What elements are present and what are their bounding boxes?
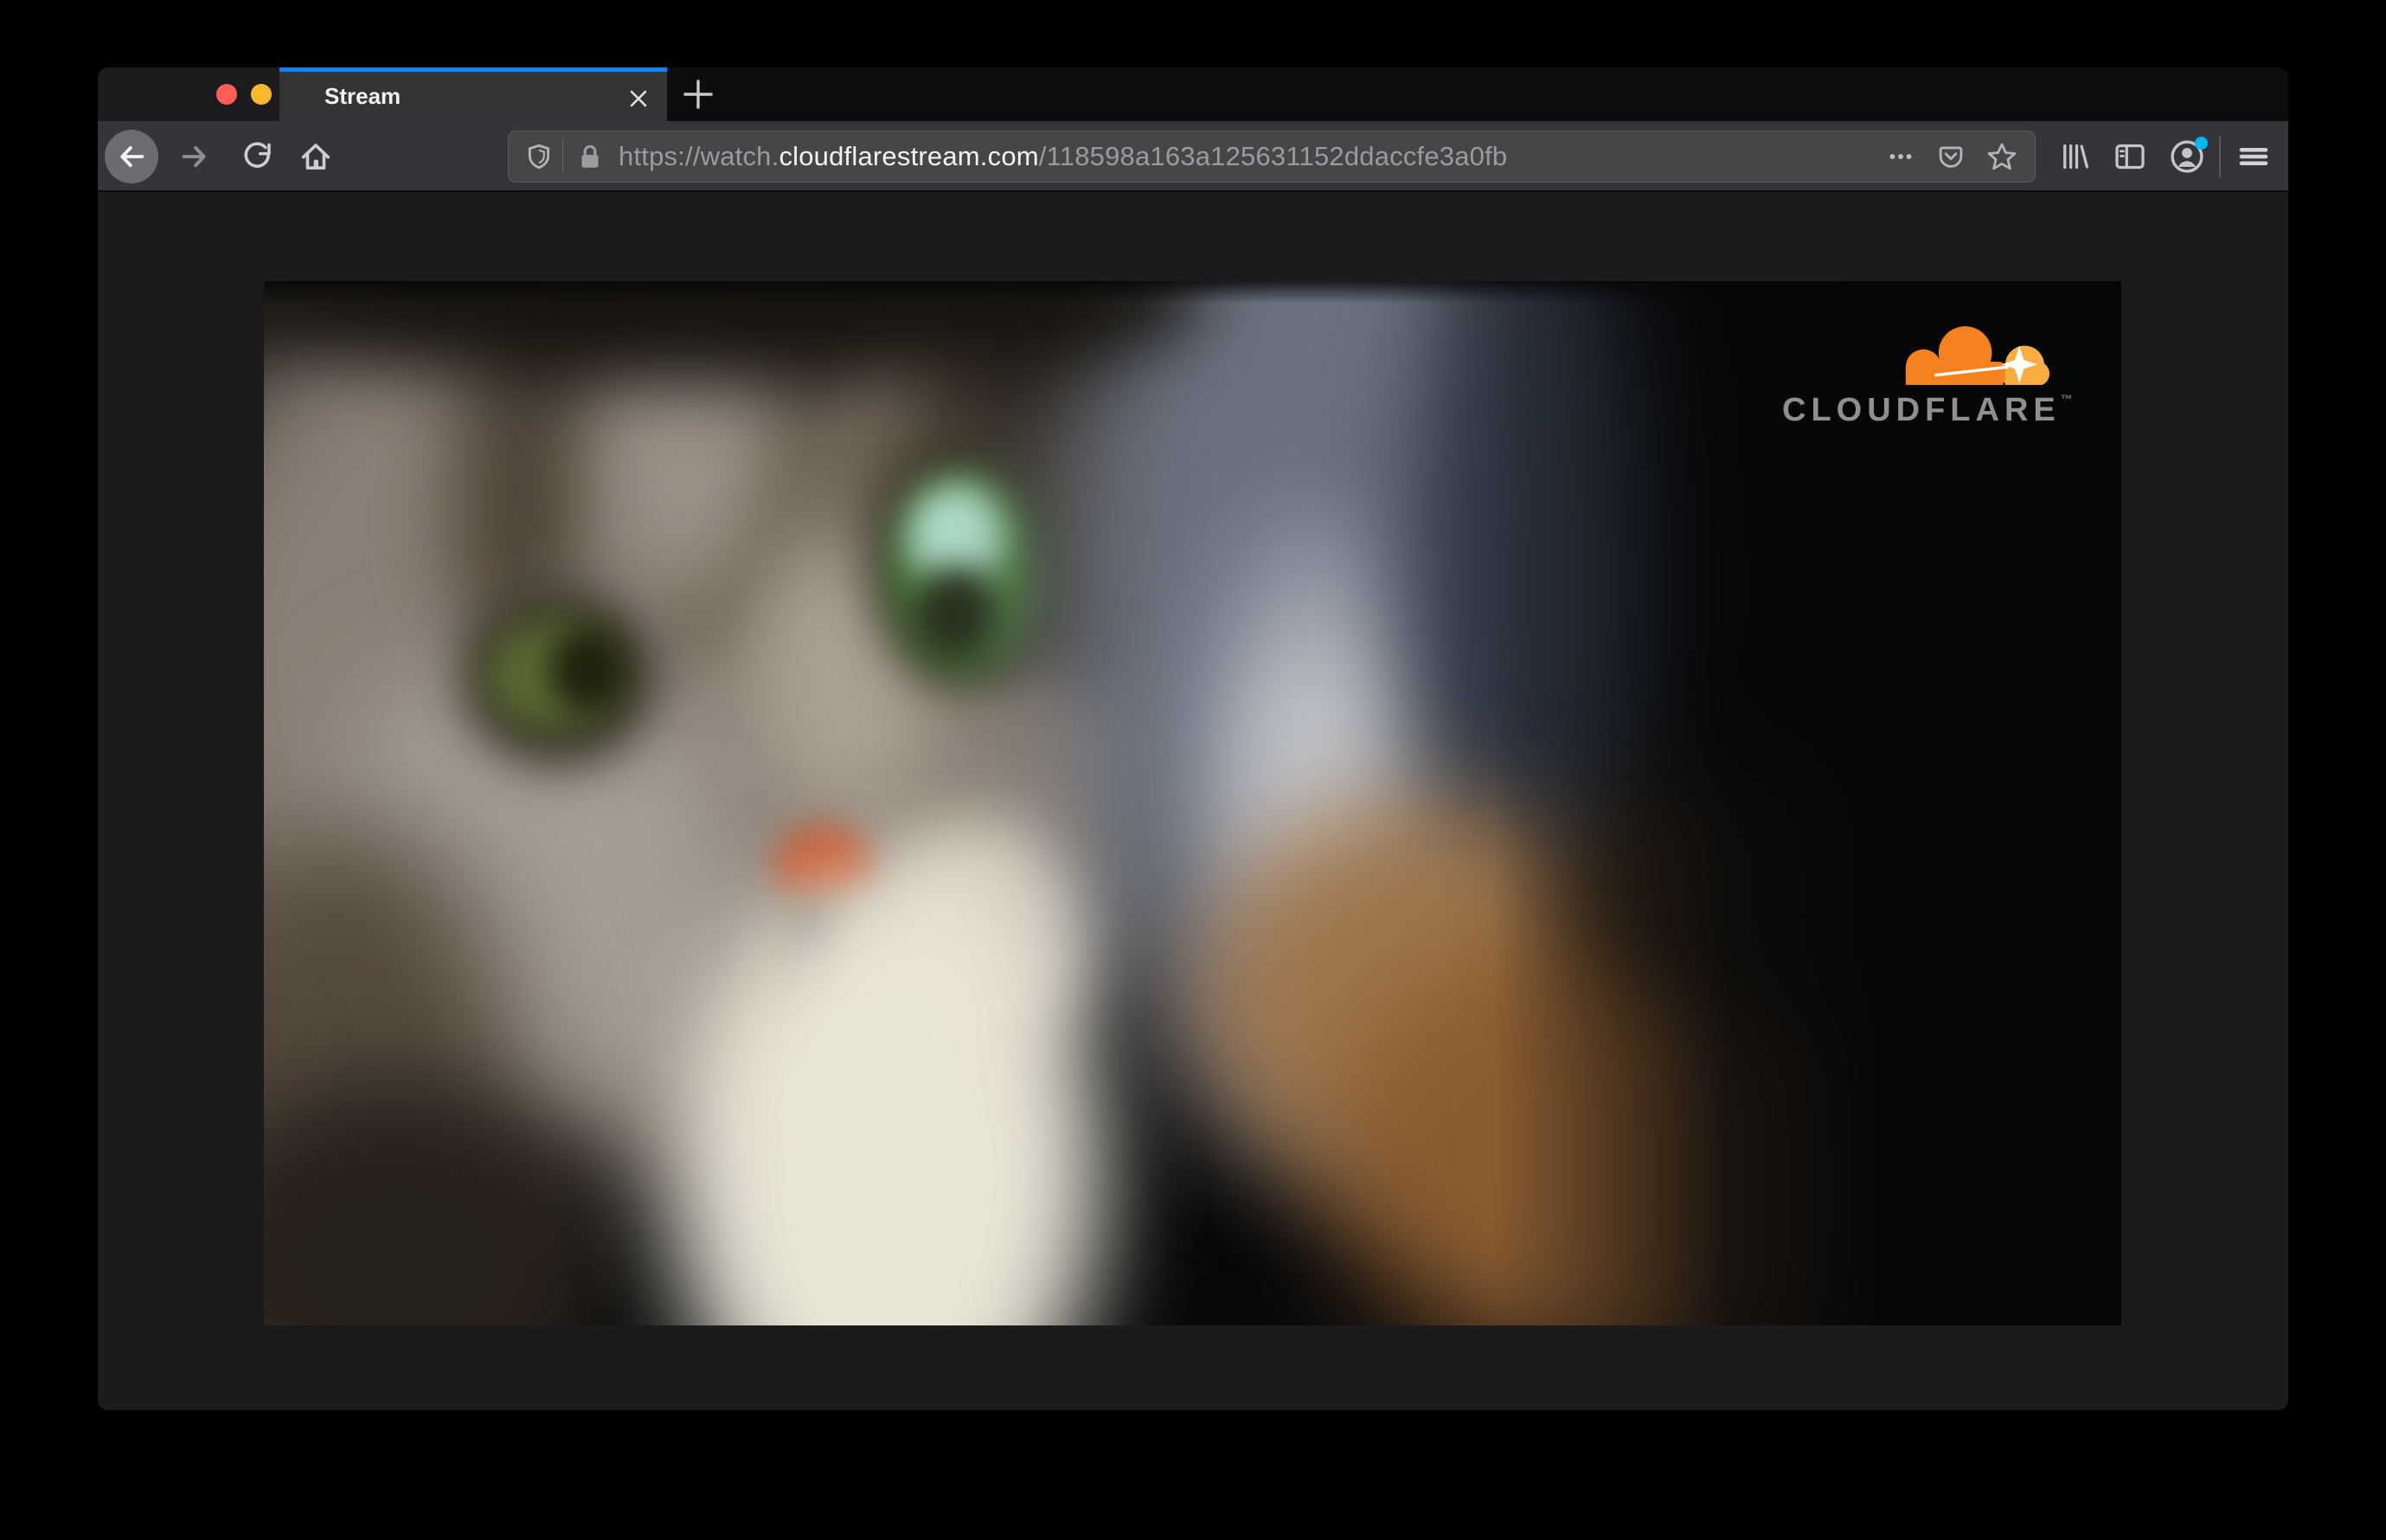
cloudflare-wordmark: CLOUDFLARE™ xyxy=(1782,392,2073,428)
close-icon xyxy=(630,90,647,107)
account-notification-badge xyxy=(2195,137,2208,150)
back-icon xyxy=(120,145,144,168)
menu-hamburger-icon xyxy=(2239,148,2268,165)
new-tab-button[interactable] xyxy=(679,75,717,113)
page-content: CLOUDFLARE™ xyxy=(98,192,2288,1410)
pocket-icon[interactable] xyxy=(1936,142,1966,171)
tab-stream[interactable]: Stream xyxy=(279,67,667,121)
traffic-light-area xyxy=(98,67,306,121)
scene-blob xyxy=(549,627,627,714)
tab-bar: Stream xyxy=(98,67,2288,121)
home-button[interactable] xyxy=(297,121,335,192)
video-right-shadow xyxy=(1492,281,2121,1325)
toolbar-separator xyxy=(2219,136,2221,177)
sidebar-icon xyxy=(2115,144,2145,170)
url-text[interactable]: https://watch.cloudflarestream.com/11859… xyxy=(619,141,1507,172)
url-path: /118598a163a125631152ddaccfe3a0fb xyxy=(1038,141,1508,171)
urlbar-separator xyxy=(562,139,563,174)
reload-button[interactable] xyxy=(239,121,277,192)
reload-icon xyxy=(244,142,271,168)
sidebar-toggle-button[interactable] xyxy=(2107,121,2152,192)
cloudflare-cloud-icon xyxy=(1905,326,2049,385)
lock-icon[interactable] xyxy=(575,141,605,172)
trademark-symbol: ™ xyxy=(2060,392,2073,406)
url-scheme-subdomain: https://watch. xyxy=(619,141,779,171)
url-domain: cloudflarestream.com xyxy=(779,141,1039,171)
home-icon xyxy=(301,144,330,170)
macos-close-button[interactable] xyxy=(216,84,237,105)
video-top-shadow xyxy=(264,281,2121,304)
cloudflare-watermark: CLOUDFLARE™ xyxy=(1782,323,2073,429)
tab-close-button[interactable] xyxy=(624,84,653,113)
navigation-toolbar: https://watch.cloudflarestream.com/11859… xyxy=(98,121,2288,192)
video-player[interactable]: CLOUDFLARE™ xyxy=(264,281,2121,1325)
forward-button[interactable] xyxy=(176,121,214,192)
tab-title: Stream xyxy=(324,83,401,109)
plus-icon xyxy=(683,80,713,109)
back-button[interactable] xyxy=(105,121,158,192)
menu-button[interactable] xyxy=(2231,121,2276,192)
back-button-circle xyxy=(105,130,158,183)
forward-icon xyxy=(182,145,206,168)
url-bar[interactable]: https://watch.cloudflarestream.com/11859… xyxy=(508,131,2036,183)
browser-window: Stream https://watch.cloudflarestream.co… xyxy=(98,67,2288,1410)
account-button[interactable] xyxy=(2165,121,2210,192)
bookmark-star-icon[interactable] xyxy=(1986,141,2017,172)
macos-minimize-button[interactable] xyxy=(251,84,272,105)
library-button[interactable] xyxy=(2052,121,2097,192)
urlbar-action-icons xyxy=(1886,141,2035,172)
shield-icon[interactable] xyxy=(524,140,554,173)
library-icon xyxy=(2063,144,2088,170)
page-actions-dots-icon[interactable] xyxy=(1886,142,1915,171)
scene-blob xyxy=(913,567,999,662)
